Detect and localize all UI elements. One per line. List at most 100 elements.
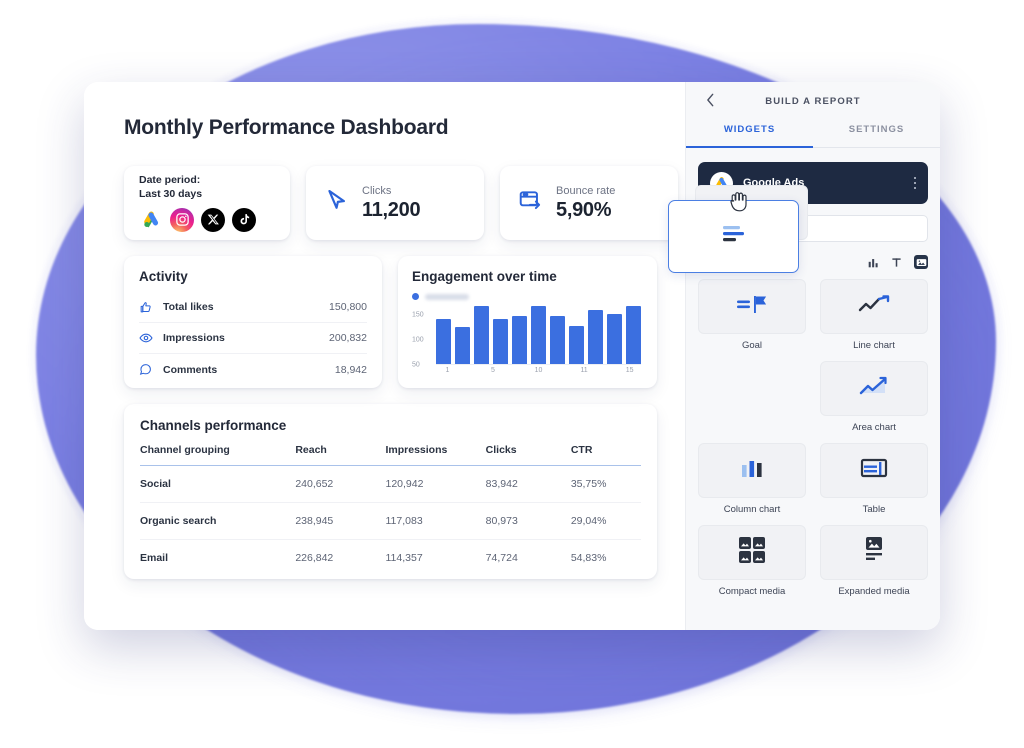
tab-settings[interactable]: SETTINGS	[813, 120, 940, 147]
widget-tile[interactable]	[698, 443, 806, 498]
panel-title: BUILD A REPORT	[765, 95, 861, 107]
tiktok-icon	[232, 207, 256, 232]
bar[interactable]	[626, 306, 641, 364]
date-period-card[interactable]: Date period: Last 30 days	[124, 166, 290, 240]
build-report-panel: BUILD A REPORT WIDGETS SETTINGS Google A…	[668, 82, 940, 630]
kpi-card-clicks[interactable]: Clicks 11,200	[306, 166, 484, 240]
x-axis-tick: 11	[580, 367, 588, 374]
widget-expanded-media[interactable]: Expanded media	[820, 525, 928, 597]
list-item[interactable]: Total likes 150,800	[139, 292, 367, 323]
y-axis-tick: 150	[412, 311, 424, 319]
widget-tile[interactable]	[698, 279, 806, 334]
list-item[interactable]: Impressions 200,832	[139, 323, 367, 354]
bar[interactable]	[474, 306, 489, 364]
data-source-icons	[139, 207, 256, 232]
widget-goal[interactable]: Goal	[698, 279, 806, 351]
table-column-header[interactable]: Impressions	[385, 444, 486, 466]
table-cell: 29,04%	[570, 502, 641, 540]
bar-series	[436, 303, 641, 365]
bar[interactable]	[531, 306, 546, 364]
widget-type-filters	[868, 255, 928, 269]
table-title: Channels performance	[140, 418, 287, 433]
y-axis-tick: 50	[412, 361, 420, 369]
x-twitter-icon	[201, 207, 225, 232]
text-icon[interactable]	[891, 257, 902, 268]
table-cell-channel: Social	[140, 465, 296, 503]
table-cell: 74,724	[485, 552, 518, 564]
activity-title: Activity	[139, 269, 188, 284]
widget-label: Column chart	[723, 504, 781, 515]
widget-compact-media[interactable]: Compact media	[698, 525, 806, 597]
bar[interactable]	[493, 319, 508, 364]
widget-label: Line chart	[853, 340, 895, 351]
table-cell: 54,83%	[570, 552, 607, 564]
x-axis-tick: 5	[491, 367, 495, 374]
table-cell: 114,357	[385, 552, 423, 564]
widget-tile[interactable]	[820, 361, 928, 416]
tab-widgets[interactable]: WIDGETS	[686, 120, 813, 148]
google-ads-icon	[139, 208, 163, 232]
widget-line-chart[interactable]: Line chart	[820, 279, 928, 351]
activity-label: Comments	[163, 363, 218, 376]
y-axis: 50 100 150	[412, 303, 434, 369]
activity-card[interactable]: Activity Total likes 150,800 Impressions…	[124, 256, 382, 388]
table-row[interactable]: Social 240,652 120,942 83,942 35,75%	[140, 465, 641, 503]
bar[interactable]	[436, 319, 451, 364]
table-cell: 83,942	[485, 465, 571, 503]
page-title: Monthly Performance Dashboard	[124, 116, 449, 139]
bar-chart-icon[interactable]	[868, 257, 879, 268]
widget-tile[interactable]	[820, 279, 928, 334]
widget-tile[interactable]	[820, 525, 928, 580]
table-icon	[859, 456, 889, 485]
table-cell-channel: Organic search	[140, 502, 296, 540]
panel-tabs: WIDGETS SETTINGS	[686, 120, 940, 148]
table-column-header[interactable]: Reach	[295, 444, 386, 466]
table-row[interactable]: Organic search 238,945 117,083 80,973 29,04%	[140, 502, 641, 540]
widget-label: Area chart	[852, 422, 896, 433]
channels-performance-card: Channels performance Channel grouping Rea…	[124, 404, 657, 579]
widget-area-chart[interactable]: Area chart	[820, 361, 928, 433]
kpi-card-bounce-rate[interactable]: Bounce rate 5,90%	[500, 166, 678, 240]
chevron-left-icon[interactable]	[706, 93, 715, 109]
middle-row: Activity Total likes 150,800 Impressions…	[124, 256, 685, 388]
bar[interactable]	[569, 325, 584, 364]
bar[interactable]	[550, 315, 565, 364]
table-column-header[interactable]: CTR	[570, 444, 641, 466]
table-row[interactable]: Email 226,842 114,357 74,724 54,83%	[140, 540, 641, 577]
widget-label: Compact media	[718, 586, 786, 597]
instagram-icon	[170, 207, 194, 232]
activity-label: Impressions	[163, 332, 225, 344]
widget-column-chart[interactable]: Column chart	[698, 443, 806, 515]
table-cell: 117,083	[385, 502, 486, 540]
widget-tile[interactable]	[820, 443, 928, 498]
engagement-chart-card[interactable]: Engagement over time 50 100 150 1 5 10 11 15	[398, 256, 657, 388]
bar[interactable]	[588, 309, 603, 364]
table-cell: 240,652	[295, 465, 386, 503]
bar[interactable]	[607, 314, 622, 364]
widget-tile[interactable]	[698, 525, 806, 580]
widget-bar-chart[interactable]: Bar chart	[698, 361, 806, 433]
list-item[interactable]: Comments 18,942	[139, 354, 367, 385]
expanded-media-icon	[859, 535, 889, 570]
activity-label: Total likes	[163, 301, 214, 313]
legend-dot	[412, 293, 419, 300]
column-chart-icon	[738, 456, 766, 485]
x-axis-tick: 1	[445, 367, 450, 374]
comment-icon	[139, 363, 159, 376]
x-axis-tick: 10	[534, 367, 543, 374]
dragged-widget-bar-chart[interactable]	[668, 192, 799, 273]
browser-exit-icon	[518, 188, 544, 219]
widget-table[interactable]: Table	[820, 443, 928, 515]
compact-media-icon	[737, 535, 767, 570]
line-chart-icon	[857, 292, 891, 321]
x-axis-tick: 15	[625, 367, 634, 374]
bar[interactable]	[512, 315, 527, 364]
bar[interactable]	[455, 326, 470, 364]
kebab-menu-icon[interactable]	[913, 176, 916, 190]
image-icon[interactable]	[914, 255, 928, 269]
table-column-header[interactable]: Channel grouping	[140, 444, 296, 466]
table-column-header[interactable]: Clicks	[485, 444, 571, 466]
activity-value: 200,832	[329, 332, 367, 344]
kpi-value-clicks: 11,200	[362, 198, 421, 221]
date-period-value: Last 30 days	[139, 187, 203, 200]
